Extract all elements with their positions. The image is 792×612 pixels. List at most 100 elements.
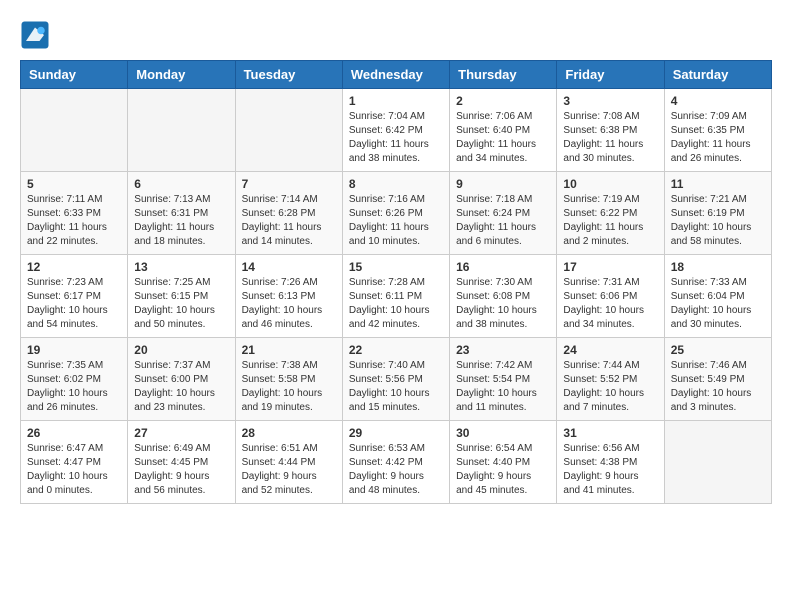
calendar-cell: 30Sunrise: 6:54 AM Sunset: 4:40 PM Dayli…: [450, 421, 557, 504]
day-number: 25: [671, 343, 765, 357]
day-info: Sunrise: 7:42 AM Sunset: 5:54 PM Dayligh…: [456, 359, 550, 415]
day-number: 12: [27, 260, 121, 274]
week-row-3: 12 Sunrise: 7:23 AM Sunset: 6:17 PM Dayli…: [21, 255, 772, 338]
day-number: 20: [134, 343, 228, 357]
calendar-cell: 16 Sunrise: 7:30 AM Sunset: 6:08 PM Dayli…: [450, 255, 557, 338]
calendar-cell: 2 Sunrise: 7:06 AM Sunset: 6:40 PM Daylig…: [450, 89, 557, 172]
calendar-cell: 22 Sunrise: 7:40 AM Sunset: 5:56 PM Dayli…: [342, 338, 449, 421]
day-number: 19: [27, 343, 121, 357]
calendar-cell: 29Sunrise: 6:53 AM Sunset: 4:42 PM Dayli…: [342, 421, 449, 504]
calendar-cell: 3Sunrise: 7:08 AM Sunset: 6:38 PM Daylig…: [557, 89, 664, 172]
calendar-header-row: SundayMondayTuesdayWednesdayThursdayFrid…: [21, 61, 772, 89]
day-number: 2: [456, 94, 550, 108]
calendar-cell: 15 Sunrise: 7:28 AM Sunset: 6:11 PM Dayli…: [342, 255, 449, 338]
day-number: 10: [563, 177, 657, 191]
calendar-cell: 14Sunrise: 7:26 AM Sunset: 6:13 PM Dayli…: [235, 255, 342, 338]
calendar-cell: [235, 89, 342, 172]
week-row-4: 19 Sunrise: 7:35 AM Sunset: 6:02 PM Dayli…: [21, 338, 772, 421]
day-info: Sunrise: 7:37 AM Sunset: 6:00 PM Dayligh…: [134, 359, 228, 415]
day-info: Sunrise: 7:09 AM Sunset: 6:35 PM Dayligh…: [671, 110, 765, 166]
day-info: Sunrise: 7:46 AM Sunset: 5:49 PM Dayligh…: [671, 359, 765, 415]
calendar-cell: 18 Sunrise: 7:33 AM Sunset: 6:04 PM Dayli…: [664, 255, 771, 338]
page-header: [20, 20, 772, 50]
day-number: 13: [134, 260, 228, 274]
day-number: 27: [134, 426, 228, 440]
calendar-cell: [21, 89, 128, 172]
logo: [20, 20, 55, 50]
calendar-cell: 23 Sunrise: 7:42 AM Sunset: 5:54 PM Dayli…: [450, 338, 557, 421]
calendar-table: SundayMondayTuesdayWednesdayThursdayFrid…: [20, 60, 772, 504]
day-number: 1: [349, 94, 443, 108]
day-info: Sunrise: 7:40 AM Sunset: 5:56 PM Dayligh…: [349, 359, 443, 415]
calendar-cell: 1 Sunrise: 7:04 AM Sunset: 6:42 PM Daylig…: [342, 89, 449, 172]
calendar-cell: 19 Sunrise: 7:35 AM Sunset: 6:02 PM Dayli…: [21, 338, 128, 421]
day-info: Sunrise: 7:30 AM Sunset: 6:08 PM Dayligh…: [456, 276, 550, 332]
calendar-cell: 10 Sunrise: 7:19 AM Sunset: 6:22 PM Dayli…: [557, 172, 664, 255]
day-info: Sunrise: 7:28 AM Sunset: 6:11 PM Dayligh…: [349, 276, 443, 332]
day-number: 15: [349, 260, 443, 274]
day-info: Sunrise: 7:19 AM Sunset: 6:22 PM Dayligh…: [563, 193, 657, 249]
day-number: 21: [242, 343, 336, 357]
week-row-5: 26 Sunrise: 6:47 AM Sunset: 4:47 PM Dayli…: [21, 421, 772, 504]
day-number: 29: [349, 426, 443, 440]
column-header-sunday: Sunday: [21, 61, 128, 89]
day-number: 6: [134, 177, 228, 191]
calendar-cell: 12 Sunrise: 7:23 AM Sunset: 6:17 PM Dayli…: [21, 255, 128, 338]
day-number: 28: [242, 426, 336, 440]
day-number: 4: [671, 94, 765, 108]
day-number: 9: [456, 177, 550, 191]
day-number: 30: [456, 426, 550, 440]
day-info: Sunrise: 7:18 AM Sunset: 6:24 PM Dayligh…: [456, 193, 550, 249]
day-info: Sunrise: 7:13 AM Sunset: 6:31 PM Dayligh…: [134, 193, 228, 249]
day-info: Sunrise: 7:38 AM Sunset: 5:58 PM Dayligh…: [242, 359, 336, 415]
day-number: 18: [671, 260, 765, 274]
day-number: 26: [27, 426, 121, 440]
day-info: Sunrise: 7:06 AM Sunset: 6:40 PM Dayligh…: [456, 110, 550, 166]
day-info: Sunrise: 7:35 AM Sunset: 6:02 PM Dayligh…: [27, 359, 121, 415]
day-number: 16: [456, 260, 550, 274]
calendar-cell: 21 Sunrise: 7:38 AM Sunset: 5:58 PM Dayli…: [235, 338, 342, 421]
day-info: Sunrise: 7:16 AM Sunset: 6:26 PM Dayligh…: [349, 193, 443, 249]
column-header-wednesday: Wednesday: [342, 61, 449, 89]
column-header-thursday: Thursday: [450, 61, 557, 89]
day-number: 31: [563, 426, 657, 440]
day-info: Sunrise: 7:23 AM Sunset: 6:17 PM Dayligh…: [27, 276, 121, 332]
day-info: Sunrise: 7:26 AM Sunset: 6:13 PM Dayligh…: [242, 276, 336, 332]
day-number: 23: [456, 343, 550, 357]
day-info: Sunrise: 6:47 AM Sunset: 4:47 PM Dayligh…: [27, 442, 121, 498]
day-info: Sunrise: 7:08 AM Sunset: 6:38 PM Dayligh…: [563, 110, 657, 166]
logo-icon: [20, 20, 50, 50]
calendar-cell: 11 Sunrise: 7:21 AM Sunset: 6:19 PM Dayli…: [664, 172, 771, 255]
day-info: Sunrise: 7:44 AM Sunset: 5:52 PM Dayligh…: [563, 359, 657, 415]
day-number: 11: [671, 177, 765, 191]
calendar-cell: 25 Sunrise: 7:46 AM Sunset: 5:49 PM Dayli…: [664, 338, 771, 421]
day-info: Sunrise: 7:33 AM Sunset: 6:04 PM Dayligh…: [671, 276, 765, 332]
day-info: Sunrise: 7:14 AM Sunset: 6:28 PM Dayligh…: [242, 193, 336, 249]
day-info: Sunrise: 7:31 AM Sunset: 6:06 PM Dayligh…: [563, 276, 657, 332]
day-info: Sunrise: 7:04 AM Sunset: 6:42 PM Dayligh…: [349, 110, 443, 166]
day-number: 7: [242, 177, 336, 191]
calendar-cell: 26 Sunrise: 6:47 AM Sunset: 4:47 PM Dayli…: [21, 421, 128, 504]
day-info: Sunrise: 7:11 AM Sunset: 6:33 PM Dayligh…: [27, 193, 121, 249]
calendar-cell: 20 Sunrise: 7:37 AM Sunset: 6:00 PM Dayli…: [128, 338, 235, 421]
column-header-saturday: Saturday: [664, 61, 771, 89]
day-info: Sunrise: 6:51 AM Sunset: 4:44 PM Dayligh…: [242, 442, 336, 498]
day-info: Sunrise: 7:21 AM Sunset: 6:19 PM Dayligh…: [671, 193, 765, 249]
day-info: Sunrise: 6:49 AM Sunset: 4:45 PM Dayligh…: [134, 442, 228, 498]
calendar-cell: 13 Sunrise: 7:25 AM Sunset: 6:15 PM Dayli…: [128, 255, 235, 338]
calendar-cell: 17Sunrise: 7:31 AM Sunset: 6:06 PM Dayli…: [557, 255, 664, 338]
day-info: Sunrise: 7:25 AM Sunset: 6:15 PM Dayligh…: [134, 276, 228, 332]
day-info: Sunrise: 6:56 AM Sunset: 4:38 PM Dayligh…: [563, 442, 657, 498]
column-header-tuesday: Tuesday: [235, 61, 342, 89]
calendar-cell: 27 Sunrise: 6:49 AM Sunset: 4:45 PM Dayli…: [128, 421, 235, 504]
calendar-cell: 7 Sunrise: 7:14 AM Sunset: 6:28 PM Daylig…: [235, 172, 342, 255]
day-number: 8: [349, 177, 443, 191]
week-row-1: 1 Sunrise: 7:04 AM Sunset: 6:42 PM Daylig…: [21, 89, 772, 172]
week-row-2: 5 Sunrise: 7:11 AM Sunset: 6:33 PM Daylig…: [21, 172, 772, 255]
calendar-cell: 6 Sunrise: 7:13 AM Sunset: 6:31 PM Daylig…: [128, 172, 235, 255]
calendar-cell: 4 Sunrise: 7:09 AM Sunset: 6:35 PM Daylig…: [664, 89, 771, 172]
calendar-cell: 9 Sunrise: 7:18 AM Sunset: 6:24 PM Daylig…: [450, 172, 557, 255]
day-number: 5: [27, 177, 121, 191]
column-header-friday: Friday: [557, 61, 664, 89]
day-number: 22: [349, 343, 443, 357]
